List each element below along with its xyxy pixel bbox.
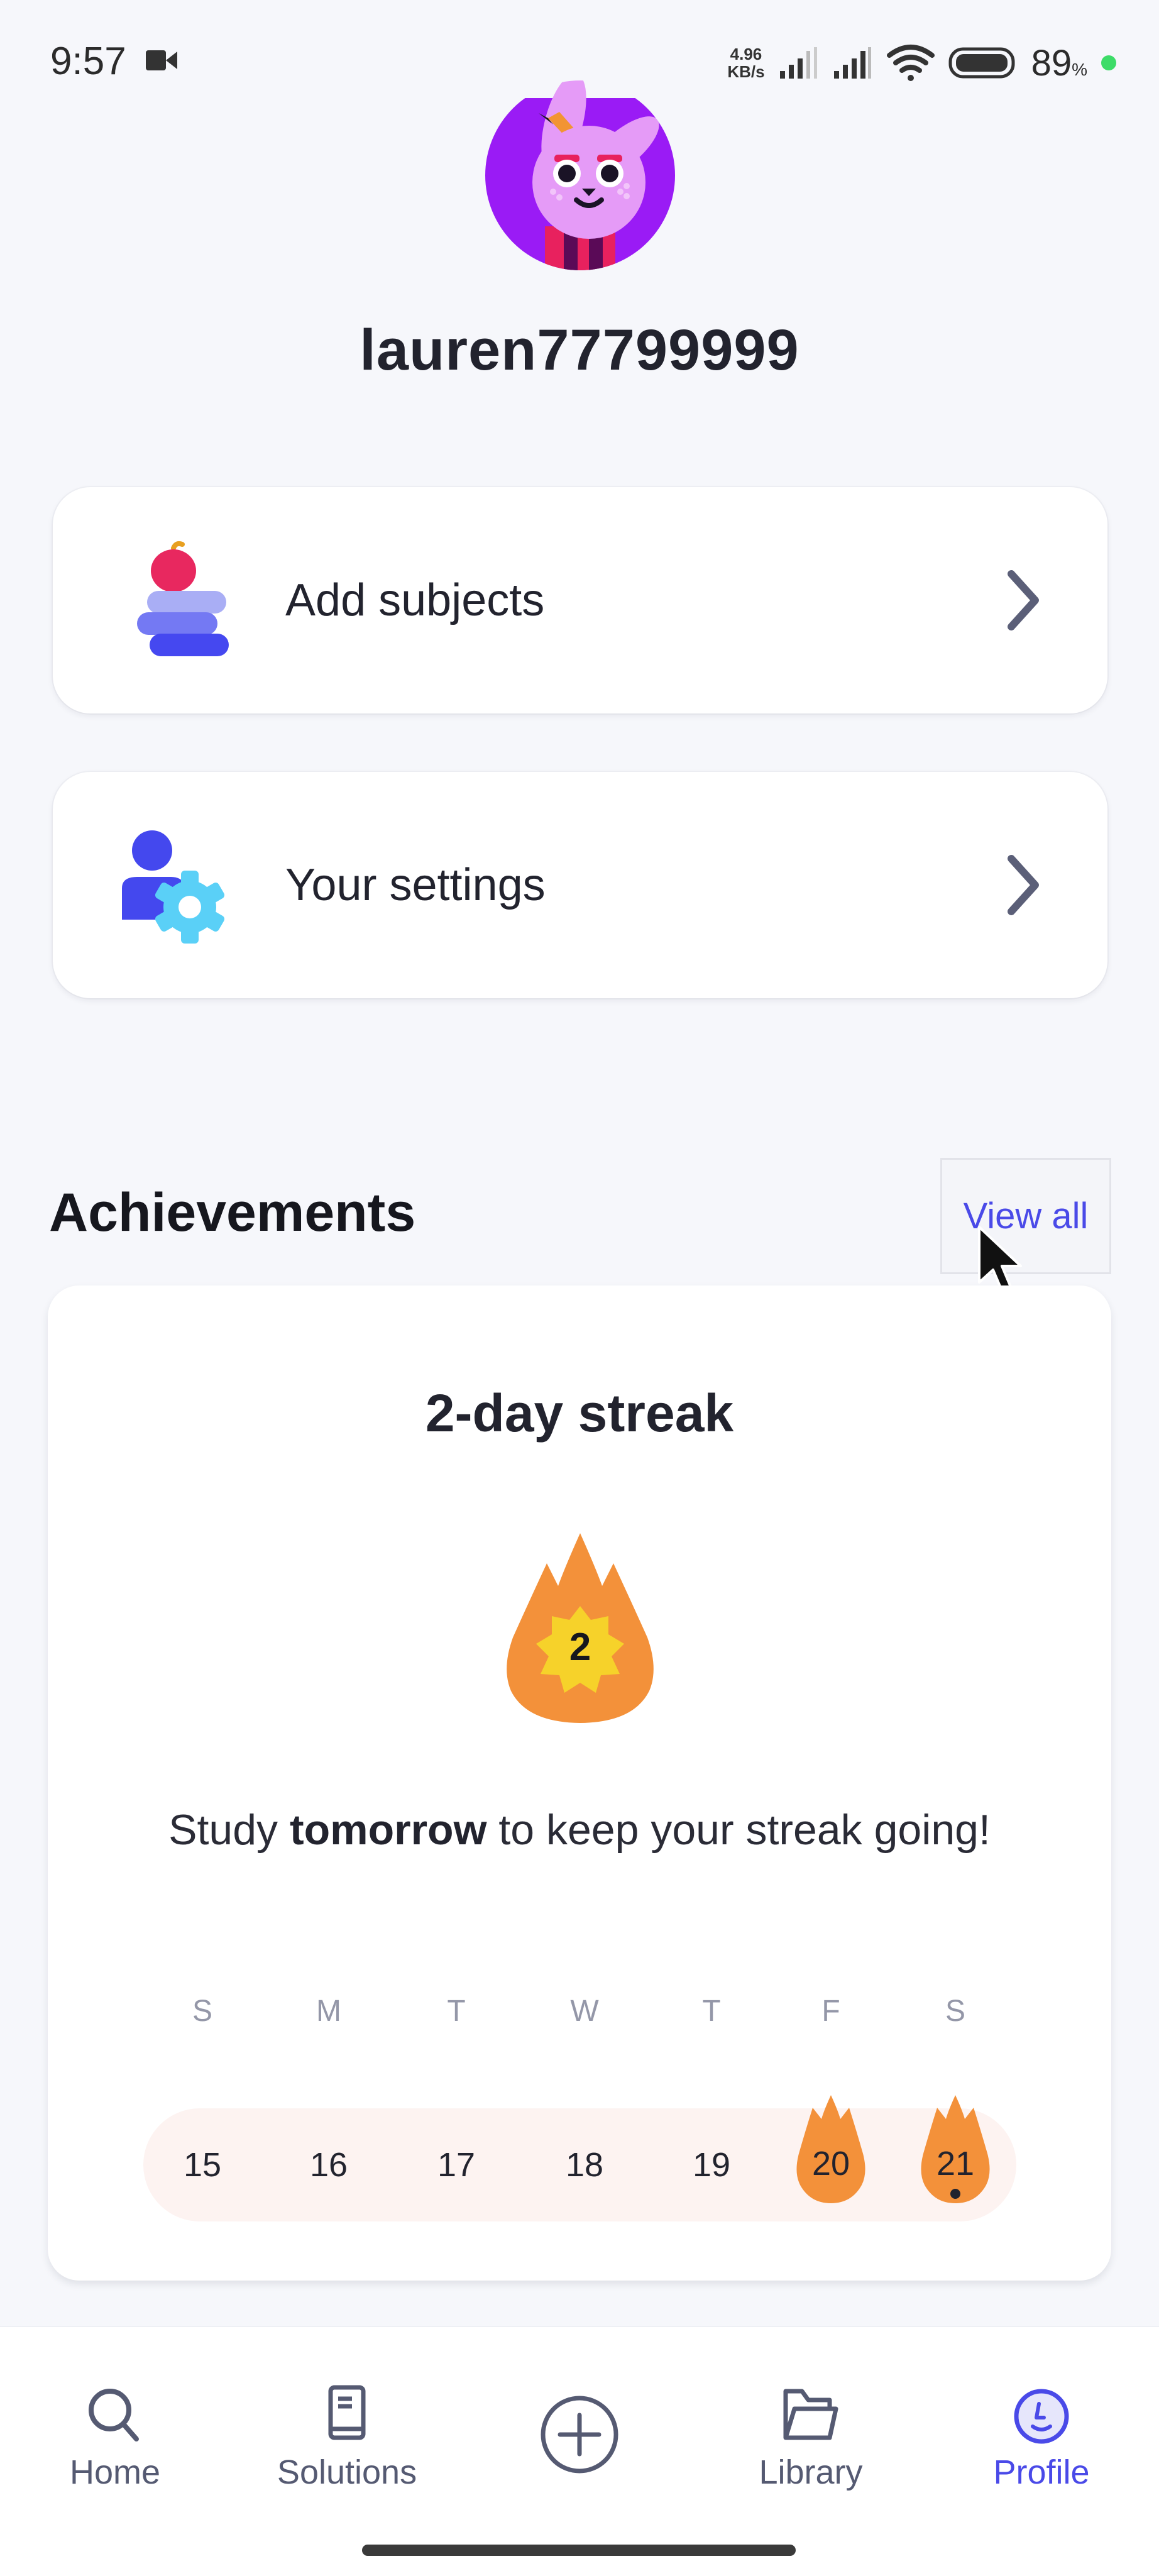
weekday-label: F (821, 1995, 840, 2028)
battery-percent: 89% (1031, 42, 1087, 84)
battery-icon (948, 47, 1015, 79)
nav-profile-label: Profile (993, 2453, 1090, 2491)
bottom-nav: Home Solutions Library Profile (0, 2326, 1159, 2576)
privacy-indicator-dot (1101, 55, 1116, 70)
nav-solutions-label: Solutions (277, 2453, 417, 2491)
nav-home-label: Home (69, 2453, 161, 2491)
streak-title: 2-day streak (425, 1384, 734, 1443)
day-cell: 18 (565, 2146, 604, 2184)
chevron-right-icon (1008, 570, 1039, 630)
username: lauren77799999 (360, 318, 799, 382)
streak-count: 2 (569, 1626, 591, 1669)
nav-home[interactable]: Home (21, 2327, 209, 2516)
home-indicator[interactable] (362, 2545, 796, 2556)
streak-message: Study tomorrow to keep your streak going… (168, 1806, 991, 1854)
profile-avatar-icon (1014, 2389, 1069, 2444)
signal-icon (779, 47, 817, 79)
subjects-stack-icon (137, 541, 229, 656)
day-cell: 15 (183, 2146, 222, 2184)
weekday-label: S (192, 1995, 212, 2028)
day-cell: 17 (437, 2146, 476, 2184)
weekday-label: T (702, 1995, 721, 2028)
weekday-labels: SMTWTFS (48, 1994, 1111, 2032)
day-cell: 19 (692, 2146, 731, 2184)
wifi-icon (886, 45, 935, 81)
status-time: 9:57 (50, 40, 126, 83)
book-icon (328, 2385, 366, 2440)
status-indicators: 4.96 KB/s 89% (727, 38, 1116, 88)
weekday-label: S (945, 1995, 965, 2028)
achievements-title: Achievements (49, 1182, 416, 1243)
today-dot (950, 2189, 960, 2199)
chevron-right-icon (1008, 855, 1039, 915)
your-settings-card[interactable]: Your settings (53, 772, 1107, 998)
video-camera-icon (146, 50, 177, 70)
streak-card[interactable]: 2-day streak 2 Study tomorrow to keep yo… (48, 1285, 1111, 2281)
weekday-label: M (316, 1995, 341, 2028)
weekday-label: T (447, 1995, 466, 2028)
nav-profile[interactable]: Profile (947, 2327, 1136, 2516)
user-settings-icon (122, 830, 225, 944)
avatar[interactable] (485, 63, 675, 270)
add-subjects-card[interactable]: Add subjects (53, 487, 1107, 713)
nav-library[interactable]: Library (717, 2327, 905, 2516)
nav-solutions[interactable]: Solutions (253, 2327, 441, 2516)
add-subjects-label: Add subjects (285, 575, 545, 625)
signal-icon (833, 47, 871, 79)
your-settings-label: Your settings (285, 860, 546, 910)
weekday-label: W (570, 1995, 599, 2028)
nav-library-label: Library (759, 2453, 863, 2491)
plus-circle-icon[interactable] (539, 2394, 620, 2475)
search-icon (89, 2389, 139, 2441)
day-cell: 16 (309, 2146, 348, 2184)
day-today: 21 (936, 2145, 975, 2182)
view-all-button[interactable]: View all (940, 1158, 1111, 1274)
day-cell: 20 (811, 2145, 850, 2182)
folder-icon (783, 2389, 838, 2440)
net-speed: 4.96 KB/s (727, 45, 765, 81)
